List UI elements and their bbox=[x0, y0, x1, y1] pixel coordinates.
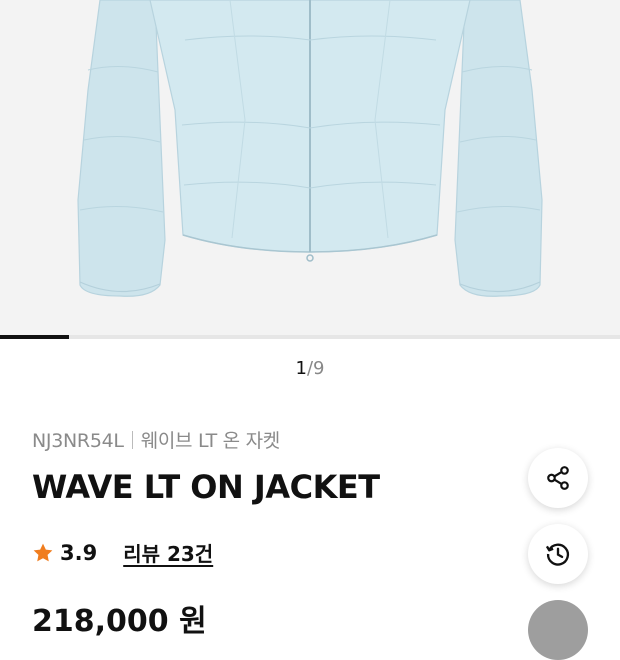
product-price: 218,000 원 bbox=[32, 604, 207, 639]
share-button[interactable] bbox=[528, 448, 588, 508]
gallery-page-indicator: 1/9 bbox=[0, 358, 620, 379]
product-name-ko: 웨이브 LT 온 자켓 bbox=[140, 430, 281, 452]
review-count-link[interactable]: 리뷰 23건 bbox=[123, 538, 213, 567]
gallery-progress-bar bbox=[0, 335, 620, 339]
rating-row: 3.9 리뷰 23건 bbox=[32, 538, 213, 567]
product-title: WAVE LT ON JACKET bbox=[32, 468, 380, 506]
share-icon bbox=[547, 466, 569, 490]
history-icon bbox=[545, 543, 570, 566]
total-pages: 9 bbox=[313, 358, 325, 379]
product-image[interactable] bbox=[0, 0, 620, 336]
gallery-progress-fill bbox=[0, 335, 69, 339]
star-icon bbox=[33, 543, 53, 561]
product-subtitle: NJ3NR54L 웨이브 LT 온 자켓 bbox=[32, 426, 280, 453]
rating-score: 3.9 bbox=[60, 540, 98, 565]
floating-button[interactable] bbox=[528, 600, 588, 660]
subtitle-divider bbox=[131, 431, 133, 449]
jacket-illustration bbox=[77, 0, 543, 297]
recently-viewed-button[interactable] bbox=[528, 524, 588, 584]
current-page: 1 bbox=[295, 358, 307, 379]
product-code: NJ3NR54L bbox=[32, 430, 124, 452]
